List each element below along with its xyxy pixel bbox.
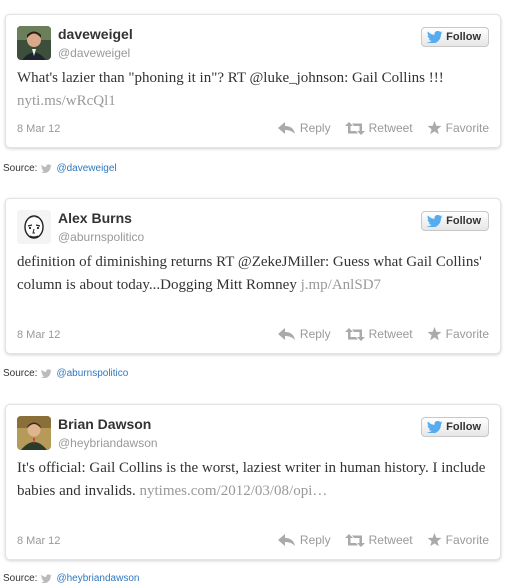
follow-label: Follow (446, 31, 481, 43)
reply-label: Reply (299, 121, 331, 135)
retweet-label: Retweet (368, 533, 413, 547)
twitter-bird-icon (427, 421, 443, 433)
follow-label: Follow (446, 421, 481, 433)
star-icon (427, 121, 442, 135)
retweet-icon (344, 327, 365, 341)
source-link[interactable]: @heybriandawson (56, 573, 139, 584)
reply-arrow-icon (277, 121, 295, 134)
tweet-text: What's lazier than "phoning it in"? RT @… (17, 67, 487, 113)
star-icon (427, 327, 442, 341)
tweet-actions: Reply Retweet Favorite (277, 327, 489, 341)
tweet-link[interactable]: nytimes.com/2012/03/08/opi… (139, 483, 327, 499)
retweet-icon (344, 533, 365, 547)
tweet-text: definition of diminishing returns RT @Ze… (17, 251, 487, 297)
reply-button[interactable]: Reply (277, 533, 331, 547)
display-name[interactable]: Brian Dawson (58, 416, 151, 432)
source-label: Source: (3, 368, 38, 379)
retweet-button[interactable]: Retweet (344, 533, 413, 547)
reply-arrow-icon (277, 533, 295, 546)
avatar[interactable] (17, 210, 51, 244)
tweet-actions: Reply Retweet Favorite (277, 121, 489, 135)
tweet-text: It's official: Gail Collins is the worst… (17, 457, 487, 503)
small-bird-icon (41, 369, 53, 378)
favorite-label: Favorite (445, 327, 489, 341)
username[interactable]: @daveweigel (58, 46, 130, 60)
tweet-card: Brian Dawson @heybriandawson Follow It's… (5, 404, 501, 560)
avatar[interactable] (17, 26, 51, 60)
tweet-actions: Reply Retweet Favorite (277, 533, 489, 547)
small-bird-icon (41, 164, 53, 173)
tweet-date[interactable]: 8 Mar 12 (17, 123, 60, 135)
display-name[interactable]: daveweigel (58, 26, 133, 42)
retweet-icon (344, 121, 365, 135)
tweet-source: Source: @daveweigel (3, 163, 117, 174)
favorite-label: Favorite (445, 121, 489, 135)
favorite-button[interactable]: Favorite (427, 121, 489, 135)
display-name[interactable]: Alex Burns (58, 210, 132, 226)
source-link[interactable]: @aburnspolitico (56, 368, 128, 379)
favorite-button[interactable]: Favorite (427, 327, 489, 341)
source-link[interactable]: @daveweigel (56, 163, 116, 174)
small-bird-icon (41, 574, 53, 583)
retweet-label: Retweet (368, 121, 413, 135)
source-label: Source: (3, 573, 38, 584)
avatar[interactable] (17, 416, 51, 450)
tweet-link[interactable]: nyti.ms/wRcQl1 (17, 93, 116, 109)
retweet-label: Retweet (368, 327, 413, 341)
tweet-source: Source: @aburnspolitico (3, 368, 128, 379)
source-label: Source: (3, 163, 38, 174)
tweet-body: What's lazier than "phoning it in"? RT @… (17, 70, 444, 86)
tweet-feed: daveweigel @daveweigel Follow What's laz… (0, 0, 518, 588)
twitter-bird-icon (427, 215, 443, 227)
twitter-bird-icon (427, 31, 443, 43)
retweet-button[interactable]: Retweet (344, 327, 413, 341)
favorite-label: Favorite (445, 533, 489, 547)
tweet-body: definition of diminishing returns RT @Ze… (17, 254, 482, 293)
follow-label: Follow (446, 215, 481, 227)
follow-button[interactable]: Follow (421, 417, 489, 437)
reply-label: Reply (299, 327, 331, 341)
follow-button[interactable]: Follow (421, 27, 489, 47)
favorite-button[interactable]: Favorite (427, 533, 489, 547)
star-icon (427, 533, 442, 547)
username[interactable]: @aburnspolitico (58, 230, 144, 244)
reply-arrow-icon (277, 327, 295, 340)
tweet-card: daveweigel @daveweigel Follow What's laz… (5, 14, 501, 148)
follow-button[interactable]: Follow (421, 211, 489, 231)
reply-label: Reply (299, 533, 331, 547)
tweet-date[interactable]: 8 Mar 12 (17, 535, 60, 547)
reply-button[interactable]: Reply (277, 121, 331, 135)
retweet-button[interactable]: Retweet (344, 121, 413, 135)
username[interactable]: @heybriandawson (58, 436, 158, 450)
reply-button[interactable]: Reply (277, 327, 331, 341)
tweet-card: Alex Burns @aburnspolitico Follow defini… (5, 198, 501, 354)
tweet-source: Source: @heybriandawson (3, 573, 139, 584)
tweet-date[interactable]: 8 Mar 12 (17, 329, 60, 341)
tweet-link[interactable]: j.mp/AnlSD7 (301, 277, 381, 293)
